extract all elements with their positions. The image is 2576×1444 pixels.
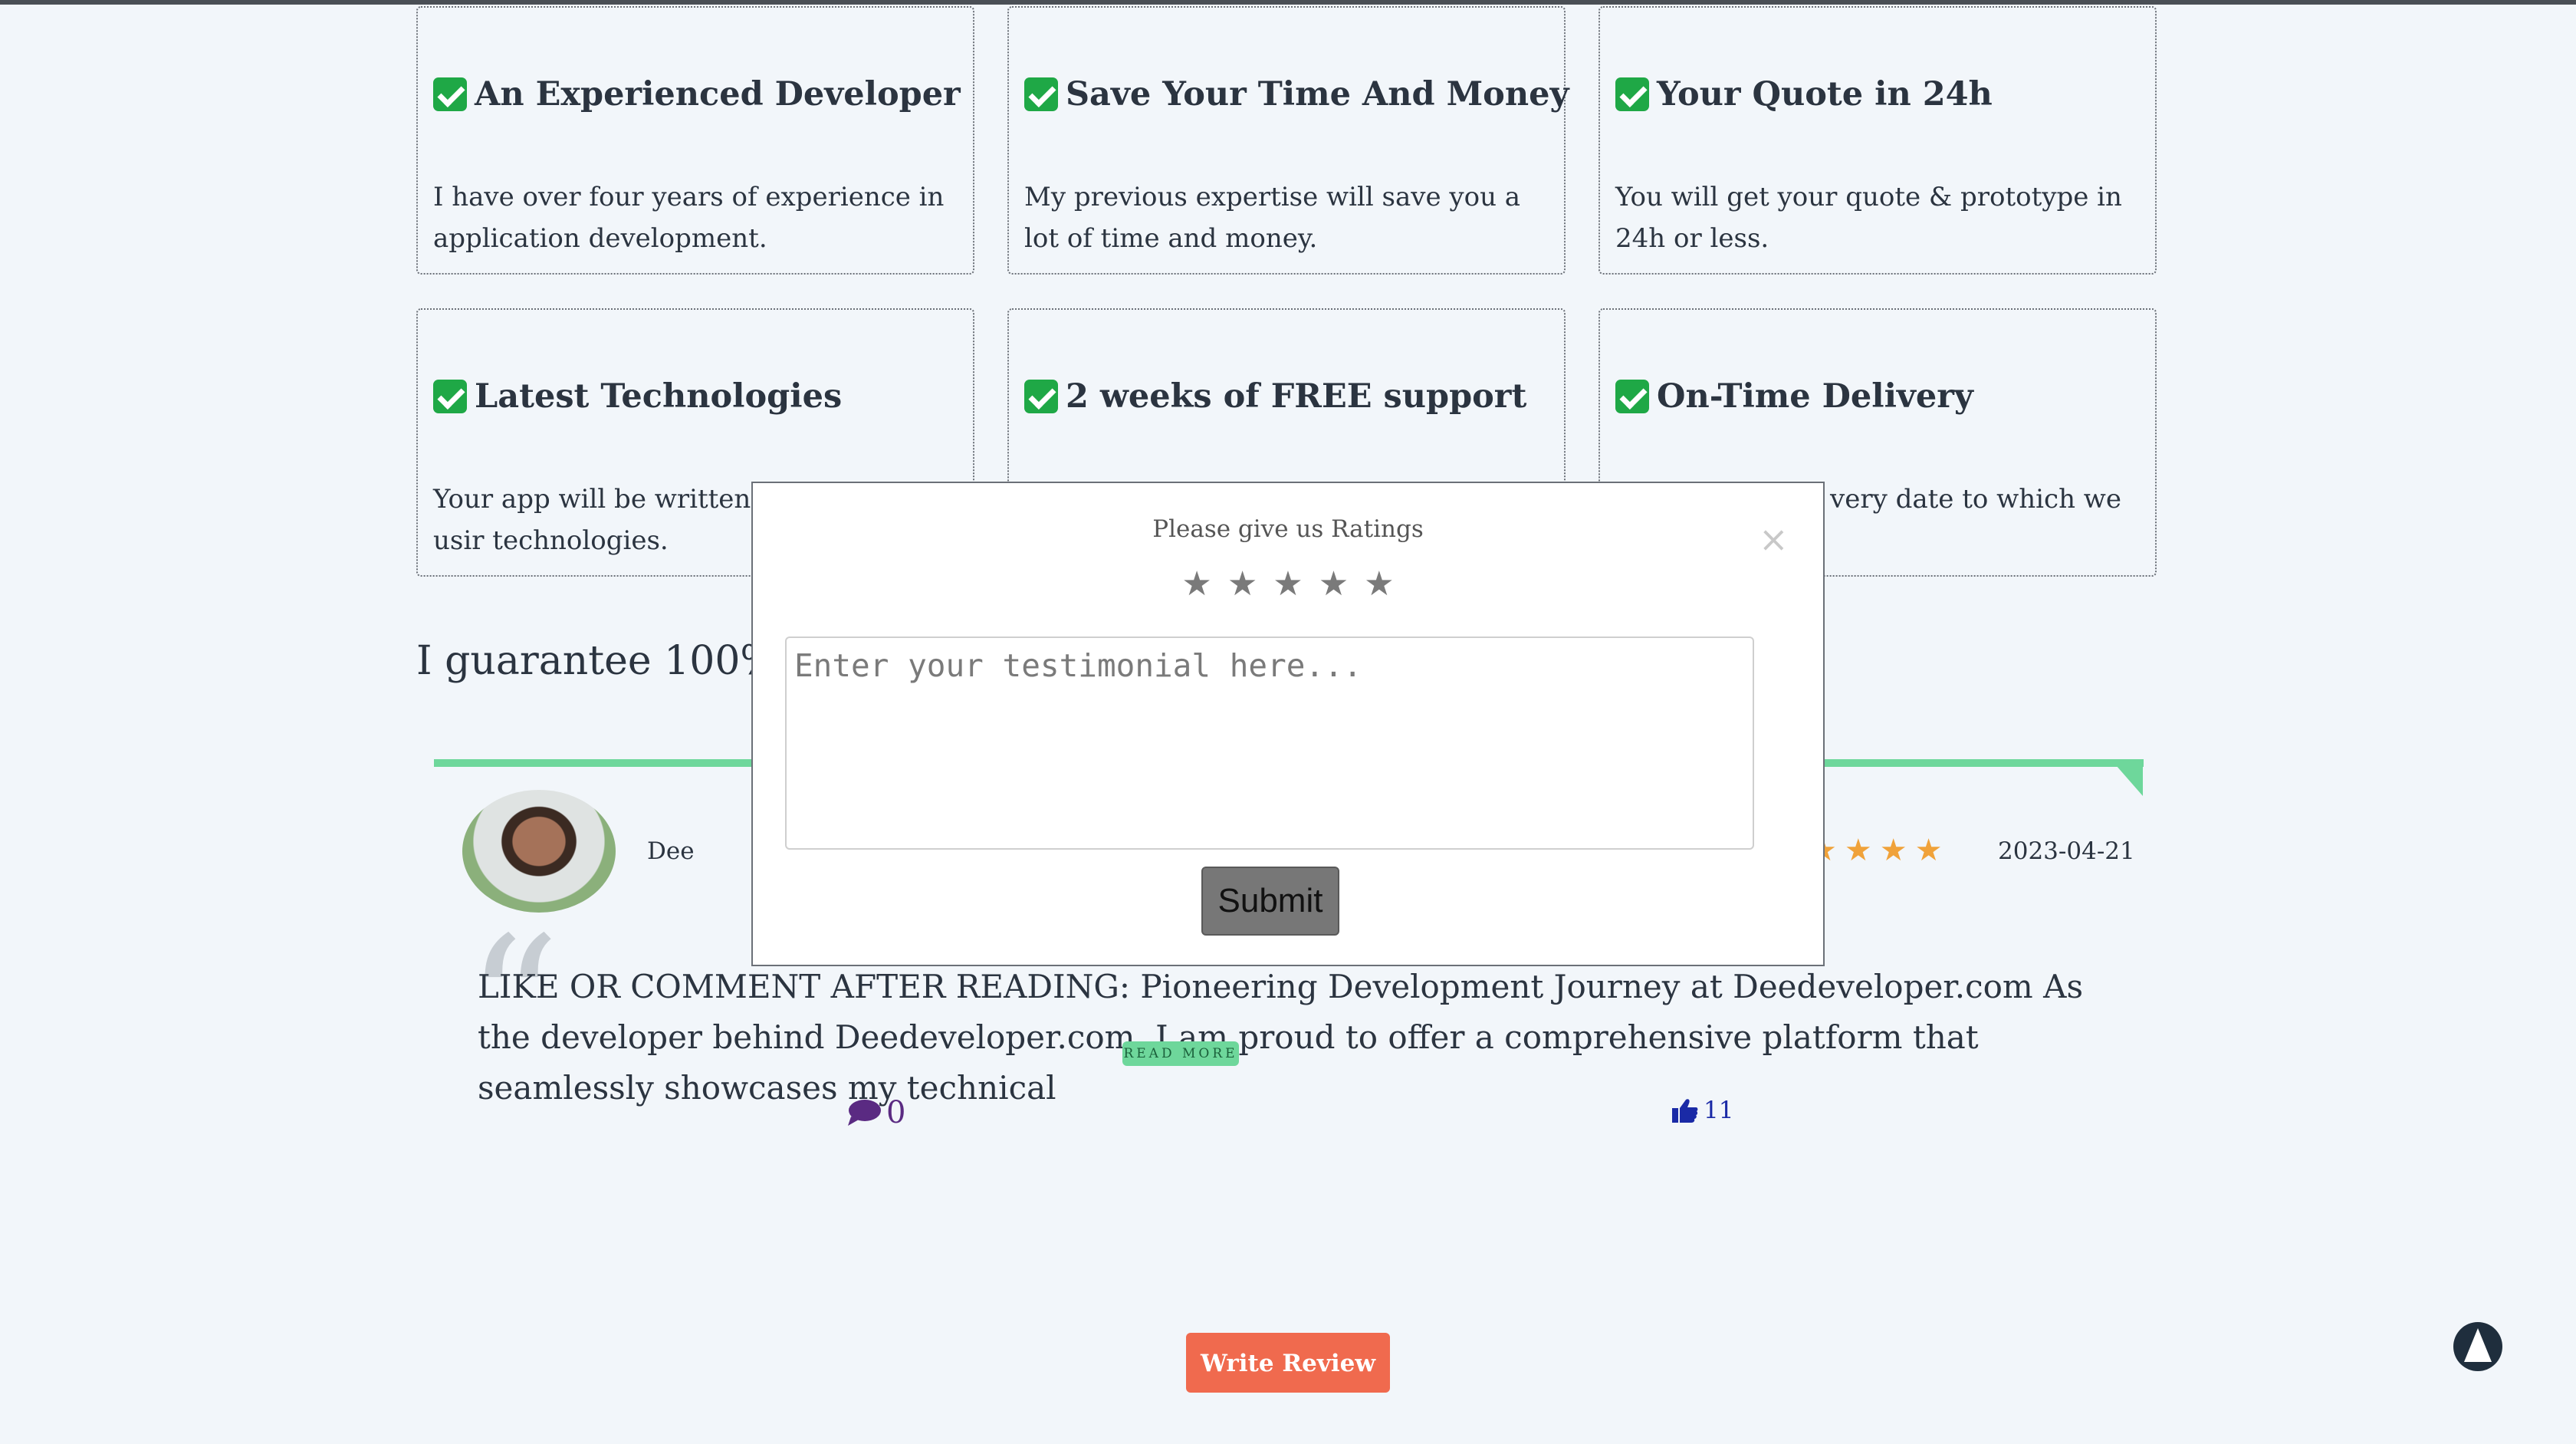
check-icon <box>433 77 467 111</box>
check-icon <box>1024 380 1058 413</box>
feature-title: 2 weeks of FREE support <box>1024 377 1526 416</box>
check-icon <box>1615 380 1649 413</box>
feature-body: My previous expertise will save you a lo… <box>1024 182 1521 254</box>
read-more-button[interactable]: READ MORE <box>1122 1041 1239 1066</box>
comment-icon[interactable] <box>846 1098 882 1127</box>
thumbs-up-icon[interactable] <box>1672 1098 1698 1123</box>
feature-title: Your Quote in 24h <box>1615 75 1993 113</box>
top-border <box>0 0 2576 5</box>
close-icon[interactable]: × <box>1759 521 1789 557</box>
feature-title: Latest Technologies <box>433 377 842 416</box>
star-icon[interactable]: ★ <box>1319 564 1349 604</box>
feature-title: On-Time Delivery <box>1615 377 1973 416</box>
rating-modal: Please give us Ratings × ★ ★ ★ ★ ★ Submit <box>751 482 1825 966</box>
comment-count: 0 <box>886 1095 906 1130</box>
submit-button[interactable]: Submit <box>1201 867 1339 936</box>
feature-title-text: 2 weeks of FREE support <box>1066 377 1527 416</box>
star-icon[interactable]: ★ <box>1181 564 1211 604</box>
feature-title-text: Latest Technologies <box>475 377 843 416</box>
feature-body: You will get your quote & prototype in 2… <box>1615 182 2122 254</box>
star-icon[interactable]: ★ <box>1364 564 1394 604</box>
feature-title-text: On-Time Delivery <box>1657 377 1973 416</box>
reviewer-name: Dee <box>647 837 695 865</box>
check-icon <box>433 380 467 413</box>
feature-title-text: Save Your Time And Money <box>1066 75 1569 113</box>
check-icon <box>1024 77 1058 111</box>
avatar <box>462 790 616 913</box>
star-icon[interactable]: ★ <box>1227 564 1257 604</box>
feature-card-save-time: Save Your Time And Money My previous exp… <box>1007 6 1569 275</box>
modal-title: Please give us Ratings <box>1152 515 1424 543</box>
feature-title: An Experienced Developer <box>433 75 961 113</box>
check-icon <box>1615 77 1649 111</box>
review-rating-stars: ★★★★ <box>1809 833 1950 868</box>
rating-stars: ★ ★ ★ ★ ★ <box>753 564 1823 604</box>
feature-card-experienced: An Experienced Developer I have over fou… <box>416 6 974 275</box>
feature-card-quote: Your Quote in 24h You will get your quot… <box>1598 6 2157 275</box>
review-ribbon-tip <box>2111 759 2143 796</box>
star-icon[interactable]: ★ <box>1273 564 1303 604</box>
feature-body: Your app will be written usir technologi… <box>433 484 751 556</box>
feature-body: very date to which we <box>1830 484 2122 515</box>
testimonial-input[interactable] <box>785 636 1754 850</box>
review-date: 2023-04-21 <box>1998 837 2135 865</box>
feature-title-text: Your Quote in 24h <box>1657 75 1993 113</box>
feature-title: Save Your Time And Money <box>1024 75 1569 113</box>
write-review-button[interactable]: Write Review <box>1186 1333 1390 1393</box>
feature-title-text: An Experienced Developer <box>475 75 961 113</box>
feature-body: I have over four years of experience in … <box>433 182 945 254</box>
arrow-up-icon[interactable] <box>2453 1322 2502 1371</box>
like-count: 11 <box>1704 1097 1734 1124</box>
review-text: LIKE OR COMMENT AFTER READING: Pioneerin… <box>478 968 2083 1107</box>
